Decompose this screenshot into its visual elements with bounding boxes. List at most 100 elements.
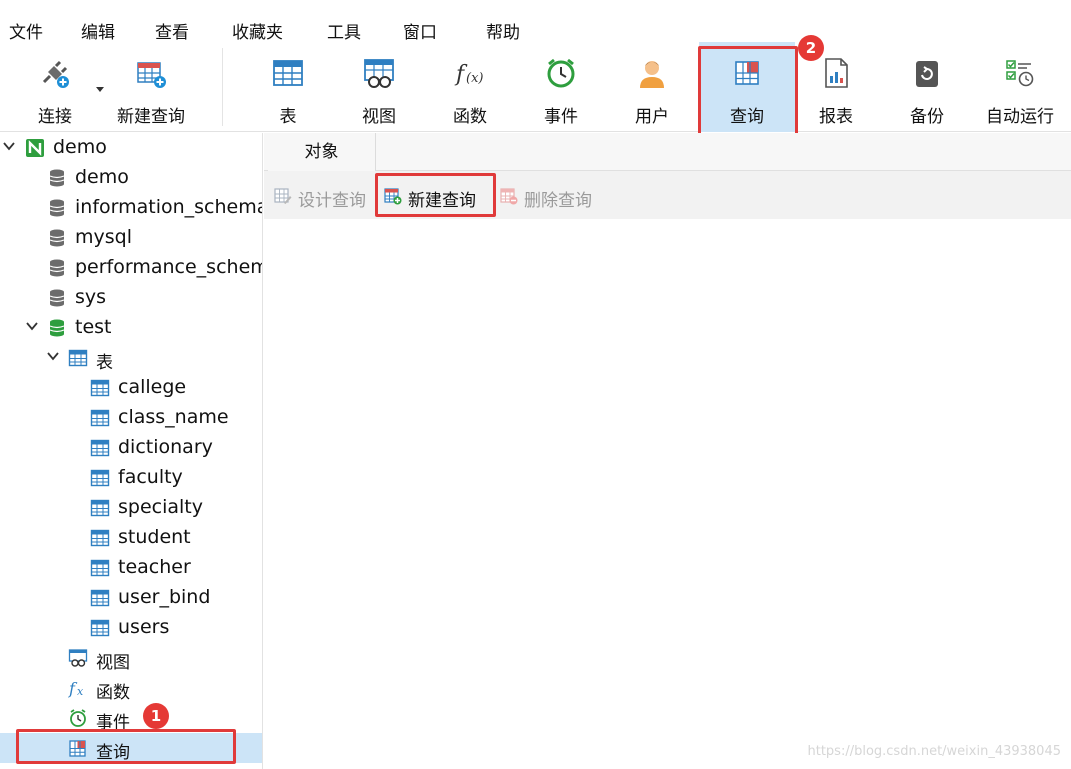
delete-query-button[interactable]: 删除查询: [500, 185, 604, 211]
table-icon: [273, 60, 303, 86]
tree-connection-demo[interactable]: demo: [0, 133, 262, 163]
menu-tools[interactable]: 工具: [327, 18, 361, 43]
tree-queries-folder[interactable]: 查询: [0, 733, 262, 763]
autorun-label: 自动运行: [986, 107, 1054, 127]
tree-table-label: faculty: [118, 466, 183, 488]
user-icon: [640, 61, 664, 88]
autorun-button[interactable]: 自动运行: [972, 42, 1068, 132]
toolbar-separator: [222, 48, 223, 126]
tree-table-label: dictionary: [118, 436, 213, 458]
function-icon: f (x): [454, 62, 483, 87]
event-button[interactable]: 事件: [517, 42, 605, 132]
plug-icon: [42, 60, 69, 88]
tree-table-item[interactable]: student: [0, 523, 262, 553]
tree-db-label: sys: [75, 286, 107, 308]
tree-table-item[interactable]: teacher: [0, 553, 262, 583]
report-label: 报表: [819, 107, 853, 127]
table-icon: [90, 469, 110, 487]
tree-db-mysql[interactable]: mysql: [0, 223, 262, 253]
tree-db-sys[interactable]: sys: [0, 283, 262, 313]
database-icon: [49, 229, 65, 247]
chevron-down-icon[interactable]: [46, 349, 60, 363]
watermark-text: https://blog.csdn.net/weixin_43938045: [807, 744, 1061, 759]
connection-icon: [26, 139, 44, 157]
tab-objects[interactable]: 对象: [268, 133, 376, 171]
tree-table-item[interactable]: users: [0, 613, 262, 643]
view-button[interactable]: 视图: [335, 42, 423, 132]
object-list-area[interactable]: https://blog.csdn.net/weixin_43938045: [264, 219, 1071, 769]
step-badge-2: 2: [798, 35, 824, 61]
table-icon: [90, 589, 110, 607]
connect-label: 连接: [38, 107, 72, 127]
tree-db-information-schema[interactable]: information_schema: [0, 193, 263, 223]
report-icon: [825, 58, 848, 88]
menu-favorites[interactable]: 收藏夹: [232, 18, 283, 43]
database-icon: [49, 259, 65, 277]
table-icon: [90, 409, 110, 427]
tree-table-item[interactable]: user_bind: [0, 583, 262, 613]
tree-table-item[interactable]: specialty: [0, 493, 262, 523]
query-button[interactable]: 查询: [699, 42, 795, 132]
new-query-label: 新建查询: [408, 191, 476, 211]
tree-functions-folder[interactable]: fx 函数: [0, 673, 262, 703]
tree-connection-label: demo: [53, 136, 107, 158]
autorun-icon: [1006, 60, 1034, 87]
svg-text:(x): (x): [466, 71, 483, 86]
new-query-button[interactable]: 新建查询: [384, 185, 496, 211]
tree-table-item[interactable]: dictionary: [0, 433, 262, 463]
connect-button[interactable]: 连接: [20, 42, 90, 132]
tree-tables-folder[interactable]: 表: [0, 343, 262, 373]
function-label: 函数: [453, 107, 487, 127]
tree-views-folder[interactable]: 视图: [0, 643, 262, 673]
alarm-clock-icon: [70, 709, 86, 727]
tree-db-label: mysql: [75, 226, 132, 248]
view-label: 视图: [362, 107, 396, 127]
tree-db-demo[interactable]: demo: [0, 163, 262, 193]
function-button[interactable]: f (x) 函数: [426, 42, 514, 132]
view-icon: [68, 649, 88, 667]
query-icon: [69, 740, 86, 757]
database-open-icon: [49, 319, 65, 337]
tree-table-item[interactable]: callege: [0, 373, 262, 403]
menu-file[interactable]: 文件: [9, 18, 43, 43]
database-icon: [49, 289, 65, 307]
menu-window[interactable]: 窗口: [403, 18, 437, 43]
database-icon: [49, 199, 65, 217]
tree-db-label: information_schema: [75, 196, 263, 218]
user-button[interactable]: 用户: [608, 42, 696, 132]
backup-button[interactable]: 备份: [882, 42, 972, 132]
table-button[interactable]: 表: [244, 42, 332, 132]
new-query-label: 新建查询: [117, 107, 185, 127]
tree-views-label: 视图: [96, 653, 130, 673]
chevron-down-icon[interactable]: [25, 319, 39, 333]
tree-functions-label: 函数: [96, 683, 130, 703]
tree-table-item[interactable]: class_name: [0, 403, 262, 433]
menu-view[interactable]: 查看: [155, 18, 189, 43]
view-icon: [364, 59, 394, 88]
query-label: 查询: [730, 107, 764, 127]
backup-label: 备份: [910, 107, 944, 127]
backup-icon: [916, 61, 938, 87]
tree-table-label: student: [118, 526, 191, 548]
tree-db-label: test: [75, 316, 112, 338]
menu-help[interactable]: 帮助: [486, 18, 520, 43]
chevron-down-icon[interactable]: [2, 139, 16, 153]
navigation-tree: demo demo information_schema mysql perfo…: [0, 133, 263, 769]
tree-db-label: demo: [75, 166, 129, 188]
design-query-button[interactable]: 设计查询: [274, 185, 378, 211]
tree-tables-label: 表: [96, 353, 113, 373]
connect-dropdown-icon[interactable]: [95, 86, 105, 94]
table-icon: [90, 559, 110, 577]
new-query-toolbar-button[interactable]: 新建查询: [105, 42, 197, 132]
tree-table-label: class_name: [118, 406, 229, 428]
design-query-icon: [274, 188, 292, 204]
tree-events-folder[interactable]: 事件: [0, 703, 262, 733]
database-icon: [49, 169, 65, 187]
alarm-clock-icon: [547, 58, 575, 88]
main-toolbar: 连接 新建查询 表 视图 f (x) 函数 事件 用户 查询 报表 备份 自动运…: [0, 42, 1071, 132]
tree-table-item[interactable]: faculty: [0, 463, 262, 493]
tree-queries-label: 查询: [96, 743, 130, 763]
menu-edit[interactable]: 编辑: [81, 18, 115, 43]
tree-db-performance-schema[interactable]: performance_schema: [0, 253, 262, 283]
tree-db-test[interactable]: test: [0, 313, 262, 343]
